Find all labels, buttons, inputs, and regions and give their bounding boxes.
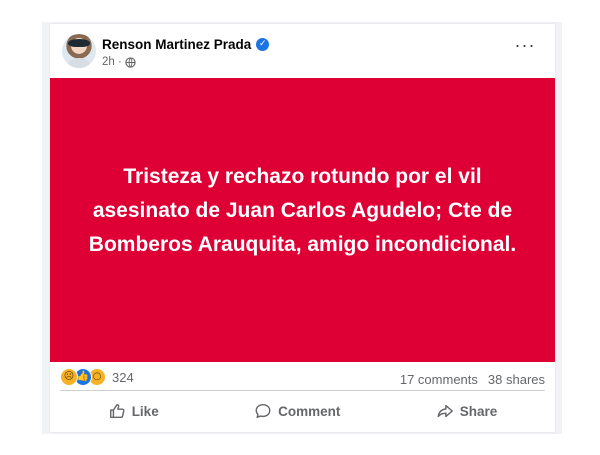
engagement-counts: 17 comments 38 shares	[400, 372, 545, 387]
author-name[interactable]: Renson Martinez Prada	[102, 37, 251, 52]
comment-icon	[255, 403, 271, 419]
post-time[interactable]: 2h ·	[102, 56, 122, 68]
avatar-hat	[68, 39, 90, 47]
thumbs-up-icon	[109, 403, 125, 419]
share-label: Share	[459, 403, 498, 419]
more-options-button[interactable]: ···	[513, 36, 537, 58]
author-line: Renson Martinez Prada ✓	[102, 37, 270, 52]
post-actions: Like Comment Share	[60, 392, 545, 430]
like-button[interactable]: Like	[94, 396, 173, 426]
like-label: Like	[131, 403, 159, 419]
reactions-summary[interactable]: ☹ 👍 ○ 324	[60, 368, 134, 386]
post-stats: ☹ 👍 ○ 324 17 comments 38 shares	[50, 362, 555, 392]
verified-check-icon: ✓	[256, 38, 270, 51]
divider	[60, 390, 545, 391]
comment-button[interactable]: Comment	[240, 396, 354, 426]
post-background-text[interactable]: Tristeza y rechazo rotundo por el vil as…	[50, 78, 555, 362]
share-icon	[437, 404, 453, 418]
sad-reaction-icon: ☹	[60, 368, 78, 386]
reaction-count: 324	[112, 369, 134, 385]
comments-count[interactable]: 17 comments	[400, 372, 478, 387]
post-header: Renson Martinez Prada ✓ 2h · ···	[50, 24, 555, 78]
post-text: Tristeza y rechazo rotundo por el vil as…	[88, 165, 517, 256]
avatar-shirt	[66, 58, 92, 68]
share-button[interactable]: Share	[422, 396, 512, 426]
post-card: Renson Martinez Prada ✓ 2h · ··· Tristez…	[50, 24, 555, 432]
comment-label: Comment	[278, 403, 341, 419]
globe-icon	[125, 56, 136, 68]
post-meta: 2h ·	[102, 56, 136, 68]
shares-count[interactable]: 38 shares	[488, 372, 545, 387]
author-avatar[interactable]	[62, 34, 96, 68]
